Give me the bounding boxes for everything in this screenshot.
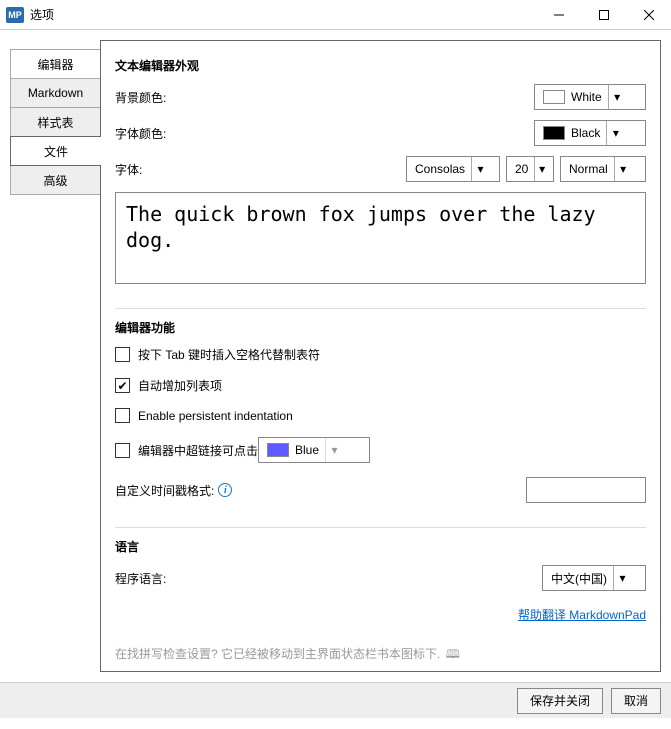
bg-color-value: White bbox=[571, 90, 602, 104]
fg-color-swatch bbox=[543, 126, 565, 140]
font-label: 字体: bbox=[115, 161, 142, 178]
section-language-title: 语言 bbox=[115, 538, 646, 555]
maximize-button[interactable] bbox=[581, 0, 626, 30]
fg-color-label: 字体颜色: bbox=[115, 125, 166, 142]
close-icon bbox=[644, 10, 654, 20]
bg-color-label: 背景颜色: bbox=[115, 89, 166, 106]
font-name-value: Consolas bbox=[415, 162, 465, 176]
checkbox-auto-list[interactable] bbox=[115, 378, 130, 393]
chevron-down-icon: ▾ bbox=[614, 157, 632, 181]
chevron-down-icon: ▾ bbox=[325, 438, 343, 462]
bg-color-combo[interactable]: White ▾ bbox=[534, 84, 646, 110]
font-name-combo[interactable]: Consolas ▾ bbox=[406, 156, 500, 182]
font-preview: The quick brown fox jumps over the lazy … bbox=[115, 192, 646, 284]
window-title: 选项 bbox=[30, 6, 54, 23]
program-language-label: 程序语言: bbox=[115, 570, 166, 587]
close-button[interactable] bbox=[626, 0, 671, 30]
settings-panel: 文本编辑器外观 背景颜色: White ▾ 字体颜色: Black ▾ 字体: bbox=[100, 40, 661, 672]
timestamp-format-input[interactable] bbox=[526, 477, 646, 503]
chevron-down-icon: ▾ bbox=[471, 157, 489, 181]
checkbox-persistent-indent[interactable] bbox=[115, 408, 130, 423]
divider bbox=[115, 308, 646, 309]
sidebar: 编辑器 Markdown 样式表 文件 高级 bbox=[10, 49, 100, 672]
tab-markdown[interactable]: Markdown bbox=[10, 78, 100, 108]
program-language-value: 中文(中国) bbox=[551, 570, 607, 587]
title-bar: MP 选项 bbox=[0, 0, 671, 30]
checkbox-auto-list-label: 自动增加列表项 bbox=[138, 377, 222, 394]
app-icon: MP bbox=[6, 7, 24, 23]
font-size-value: 20 bbox=[515, 162, 528, 176]
checkbox-link-clickable[interactable] bbox=[115, 443, 130, 458]
font-weight-combo[interactable]: Normal ▾ bbox=[560, 156, 646, 182]
spellcheck-hint: 在找拼写检查设置? 它已经被移动到主界面状态栏书本图标下. 🕮 bbox=[115, 645, 646, 666]
button-label: 取消 bbox=[624, 692, 648, 709]
info-icon[interactable]: i bbox=[218, 483, 232, 497]
section-appearance-title: 文本编辑器外观 bbox=[115, 57, 646, 74]
book-icon: 🕮 bbox=[446, 647, 460, 661]
chevron-down-icon: ▾ bbox=[534, 157, 549, 181]
tab-stylesheets[interactable]: 样式表 bbox=[10, 107, 100, 137]
checkbox-persistent-indent-label: Enable persistent indentation bbox=[138, 409, 293, 423]
tab-files[interactable]: 文件 bbox=[10, 136, 101, 166]
tab-label: 样式表 bbox=[37, 114, 73, 131]
maximize-icon bbox=[599, 10, 609, 20]
chevron-down-icon: ▾ bbox=[608, 85, 626, 109]
tab-advanced[interactable]: 高级 bbox=[10, 165, 100, 195]
dialog-footer: 保存并关闭 取消 bbox=[0, 682, 671, 718]
link-color-value: Blue bbox=[295, 443, 319, 457]
checkbox-tab-spaces-label: 按下 Tab 键时插入空格代替制表符 bbox=[138, 346, 320, 363]
checkbox-tab-spaces[interactable] bbox=[115, 347, 130, 362]
tab-label: 高级 bbox=[43, 172, 67, 189]
help-translate-link[interactable]: 帮助翻译 MarkdownPad bbox=[518, 606, 646, 623]
fg-color-combo[interactable]: Black ▾ bbox=[534, 120, 646, 146]
program-language-combo[interactable]: 中文(中国) ▾ bbox=[542, 565, 646, 591]
minimize-button[interactable] bbox=[536, 0, 581, 30]
save-close-button[interactable]: 保存并关闭 bbox=[517, 688, 603, 714]
divider bbox=[115, 527, 646, 528]
font-size-combo[interactable]: 20 ▾ bbox=[506, 156, 554, 182]
tab-editor[interactable]: 编辑器 bbox=[10, 49, 100, 79]
section-features-title: 编辑器功能 bbox=[115, 319, 646, 336]
tab-label: 编辑器 bbox=[37, 56, 73, 73]
bg-color-swatch bbox=[543, 90, 565, 104]
button-label: 保存并关闭 bbox=[530, 692, 590, 709]
link-color-combo[interactable]: Blue ▾ bbox=[258, 437, 370, 463]
chevron-down-icon: ▾ bbox=[613, 566, 631, 590]
fg-color-value: Black bbox=[571, 126, 600, 140]
tab-label: 文件 bbox=[44, 143, 68, 160]
hint-text: 在找拼写检查设置? 它已经被移动到主界面状态栏书本图标下. bbox=[115, 647, 440, 661]
font-weight-value: Normal bbox=[569, 162, 608, 176]
cancel-button[interactable]: 取消 bbox=[611, 688, 661, 714]
checkbox-link-clickable-label: 编辑器中超链接可点击 bbox=[138, 442, 258, 459]
tab-label: Markdown bbox=[28, 86, 83, 100]
timestamp-format-label: 自定义时间戳格式: bbox=[115, 482, 214, 499]
chevron-down-icon: ▾ bbox=[606, 121, 624, 145]
minimize-icon bbox=[554, 10, 564, 20]
link-color-swatch bbox=[267, 443, 289, 457]
